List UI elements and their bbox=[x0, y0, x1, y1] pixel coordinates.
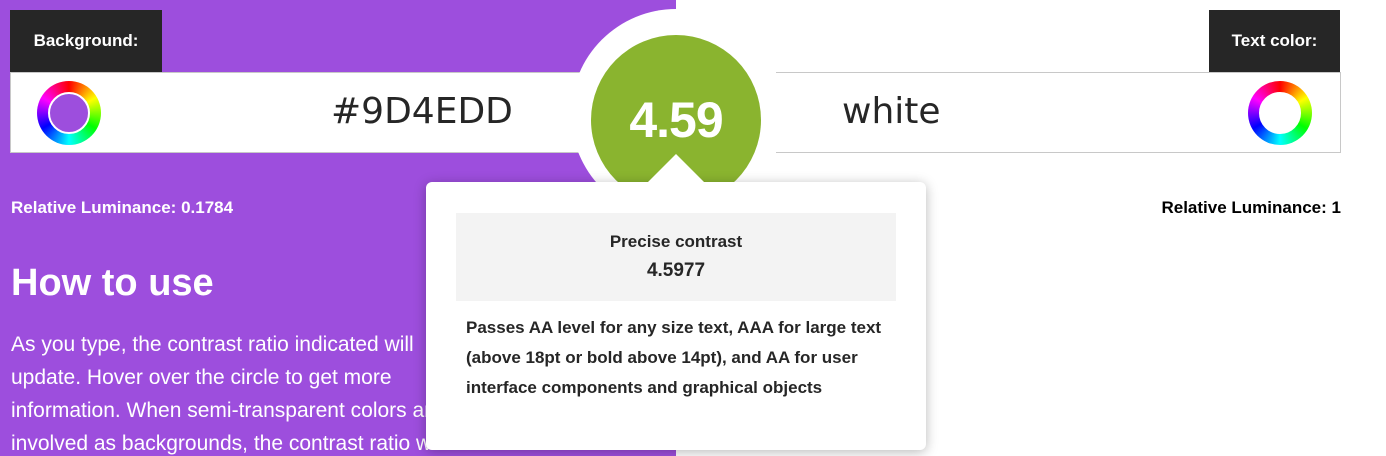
how-to-use-line: information. When semi-transparent color… bbox=[11, 399, 443, 422]
text-color-swatch bbox=[1259, 92, 1301, 134]
contrast-tooltip: Precise contrast 4.5977 Passes AA level … bbox=[426, 182, 926, 450]
tooltip-arrow bbox=[646, 154, 706, 184]
background-swatch bbox=[48, 92, 90, 134]
how-to-use-line: update. Hover over the circle to get mor… bbox=[11, 366, 392, 389]
how-to-use-line: involved as backgrounds, the contrast ra… bbox=[11, 432, 446, 455]
precise-contrast-label: Precise contrast bbox=[609, 232, 743, 251]
how-to-use-line: As you type, the contrast ratio indicate… bbox=[11, 333, 414, 356]
text-color-picker-icon[interactable] bbox=[1248, 81, 1312, 145]
background-luminance-label: Relative Luminance: bbox=[11, 198, 177, 217]
how-to-use-heading: How to use bbox=[11, 262, 214, 304]
contrast-pass-description: Passes AA level for any size text, AAA f… bbox=[466, 318, 882, 397]
contrast-ratio-value: 4.59 bbox=[629, 92, 723, 148]
text-color-field[interactable]: white bbox=[776, 72, 1341, 153]
text-color-value[interactable]: white bbox=[842, 91, 941, 132]
background-color-field[interactable]: #9D4EDD bbox=[10, 72, 610, 153]
text-color-luminance-label: Relative Luminance: bbox=[1161, 198, 1327, 217]
precise-contrast-value: 4.5977 bbox=[646, 260, 706, 281]
text-color-luminance: Relative Luminance: 1 bbox=[1161, 198, 1341, 218]
background-color-value[interactable]: #9D4EDD bbox=[331, 91, 513, 132]
text-color-label: Text color: bbox=[1209, 10, 1340, 72]
background-luminance-value: 0.1784 bbox=[181, 198, 234, 217]
precise-contrast-box: Precise contrast 4.5977 bbox=[456, 213, 896, 301]
background-label: Background: bbox=[10, 10, 162, 72]
text-color-luminance-value: 1 bbox=[1331, 198, 1341, 217]
background-color-picker-icon[interactable] bbox=[37, 81, 101, 145]
background-luminance: Relative Luminance: 0.1784 bbox=[11, 198, 233, 218]
how-to-use-text: As you type, the contrast ratio indicate… bbox=[11, 328, 481, 456]
